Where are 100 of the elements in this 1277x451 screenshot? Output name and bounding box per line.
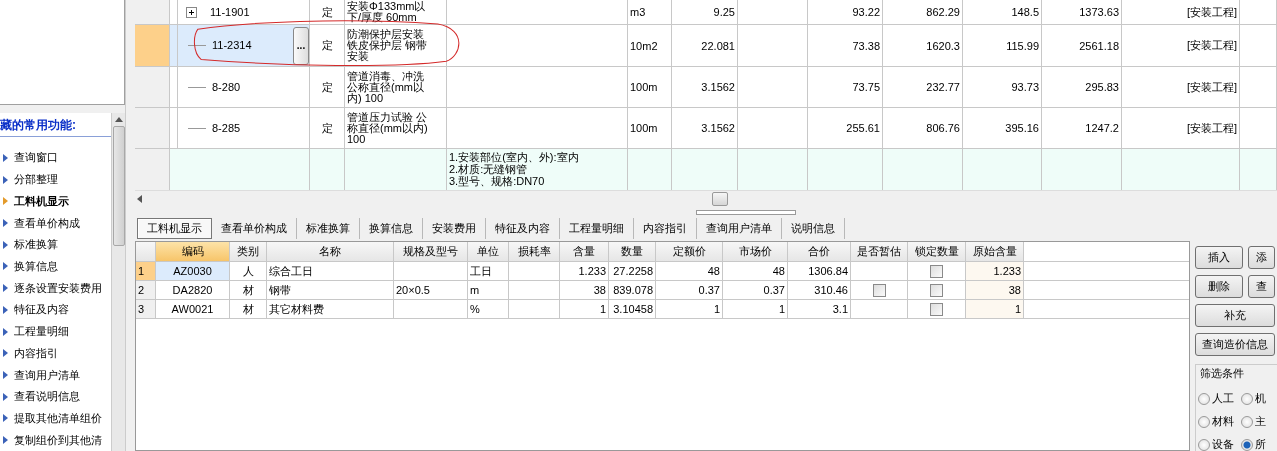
radio-button[interactable] [1241,415,1253,428]
radio-label[interactable]: 机 [1255,391,1266,406]
tab[interactable]: 换算信息 [360,218,423,239]
table-cell: [安装工程] [1122,0,1240,24]
radio-button[interactable] [1241,438,1253,451]
column-header[interactable]: 规格及型号 [394,242,468,261]
tab[interactable]: 工程量明细 [560,218,634,239]
row-header[interactable] [135,108,170,148]
table-cell: 3.10458 [609,300,656,318]
action-button[interactable]: 删除 [1195,275,1243,298]
column-header[interactable]: 是否暂估 [851,242,908,261]
table-cell: [安装工程] [1122,67,1240,107]
table-cell: 0.37 [723,281,788,299]
tab[interactable]: 查询用户清单 [697,218,782,239]
column-header[interactable]: 含量 [560,242,609,261]
table-cell: 管道压力试验 公称直径(mm以内) 100 [345,108,447,148]
tab[interactable]: 查看单价构成 [212,218,297,239]
sidebar-item[interactable]: 换算信息 [14,258,58,274]
checkbox[interactable] [930,302,943,316]
table-cell: AW0021 [156,300,230,318]
radio-button[interactable] [1198,438,1210,451]
radio-label[interactable]: 设备 [1212,437,1234,451]
table-cell: 9.25 [672,0,738,24]
column-header[interactable]: 单位 [468,242,509,261]
scrollbar[interactable] [111,113,125,451]
tab[interactable]: 说明信息 [782,218,845,239]
column-header[interactable]: 类别 [230,242,267,261]
table-cell: 1373.63 [1042,0,1122,24]
action-button[interactable]: 补充 [1195,304,1275,327]
checkbox[interactable] [930,264,943,278]
row-header[interactable] [135,67,170,107]
table-cell: 295.83 [1042,67,1122,107]
column-header[interactable]: 市场价 [723,242,788,261]
sidebar-item[interactable]: 内容指引 [14,345,58,361]
table-cell: AZ0030 [156,262,230,280]
row-number[interactable]: 1 [136,262,156,280]
tab[interactable]: 特征及内容 [486,218,560,239]
table-cell: 20×0.5 [394,281,468,299]
tab[interactable]: 标准换算 [297,218,360,239]
table-cell: 1 [966,300,1024,318]
table-cell: 38 [560,281,609,299]
sidebar-item[interactable]: 标准换算 [14,237,58,253]
scrollbar-thumb[interactable] [712,192,728,206]
radio-label[interactable]: 主 [1255,414,1266,429]
column-header[interactable]: 编码 [156,242,230,261]
column-header[interactable]: 数量 [609,242,656,261]
table-cell: 定 [310,0,345,24]
sidebar-item[interactable]: 特征及内容 [14,302,69,318]
sidebar-item[interactable]: 工程量明细 [14,324,69,340]
column-header[interactable]: 名称 [267,242,394,261]
table-cell: 防潮保护层安装铁皮保护层 钢带安装 [345,25,447,66]
sidebar-item[interactable]: 查询窗口 [14,150,58,166]
table-cell: 27.2258 [609,262,656,280]
scroll-up-icon[interactable] [114,117,123,122]
column-header[interactable]: 合价 [788,242,851,261]
action-button[interactable]: 查询造价信息 [1195,333,1275,356]
table-cell: 定 [310,67,345,107]
table-cell: 工日 [468,262,509,280]
sidebar-item[interactable]: 逐条设置安装费用 [14,280,102,296]
action-button[interactable]: 查 [1248,275,1275,298]
table-cell: 3.1 [788,300,851,318]
radio-button[interactable] [1241,392,1253,405]
table-cell: 材 [230,281,267,299]
row-number[interactable]: 2 [136,281,156,299]
radio-button[interactable] [1198,415,1210,428]
table-cell: 钢带 [267,281,394,299]
action-button[interactable]: 插入 [1195,246,1243,269]
scroll-left-icon[interactable] [137,195,142,203]
column-header[interactable]: 损耗率 [509,242,560,261]
splitter-handle[interactable] [696,209,796,215]
arrow-icon [3,436,8,445]
sidebar-item[interactable]: 查看说明信息 [14,389,80,405]
radio-label[interactable]: 材料 [1212,414,1234,429]
expand-icon[interactable] [186,6,197,18]
sidebar-item[interactable]: 查看单价构成 [14,215,80,231]
checkbox[interactable] [872,283,886,297]
arrow-icon [3,197,8,206]
sidebar-item[interactable]: 查询用户清单 [14,367,80,383]
table-cell: 48 [723,262,788,280]
sidebar-item[interactable]: 工料机显示 [14,193,69,209]
column-header[interactable]: 定额价 [656,242,723,261]
checkbox[interactable] [930,283,943,297]
tab[interactable]: 安装费用 [423,218,486,239]
tab[interactable]: 工料机显示 [137,218,212,239]
column-header[interactable]: 锁定数量 [908,242,966,261]
action-button[interactable]: 添 [1248,246,1275,269]
code-text: 8-285 [212,122,241,134]
radio-button[interactable] [1198,392,1210,405]
radio-label[interactable]: 所 [1255,437,1266,451]
sidebar-item[interactable]: 提取其他清单组价 [14,411,102,426]
radio-label[interactable]: 人工 [1212,391,1234,406]
column-header[interactable]: 原始含量 [966,242,1024,261]
tab[interactable]: 内容指引 [634,218,697,239]
table-cell: 73.75 [808,67,883,107]
sidebar-item[interactable]: 分部整理 [14,172,58,188]
sidebar-item[interactable]: 复制组价到其他清 [14,432,102,448]
more-button[interactable]: ... [293,26,309,65]
table-cell: 1.233 [966,262,1024,280]
row-header[interactable] [135,0,170,24]
row-number[interactable]: 3 [136,300,156,318]
